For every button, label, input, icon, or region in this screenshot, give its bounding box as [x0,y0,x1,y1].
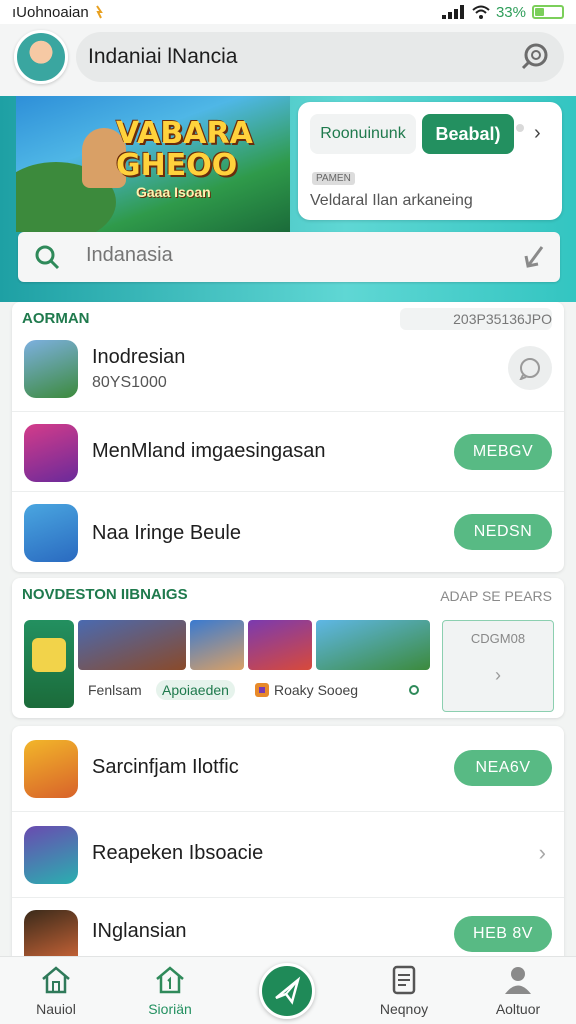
featured-panel: NOVDESTON IIBNAIGS ADAP SE PEARS Fenlsam… [12,578,564,718]
list-item[interactable]: Naa Iringe Beule NEDSN [12,492,564,572]
game-thumbnail[interactable] [316,620,430,670]
app-name: Inodresian [92,346,186,368]
carrier-text: ıUohnoaian [12,3,89,21]
see-all-link[interactable]: ADAP SE PEARS [440,588,552,604]
nav-label: Sioriän [148,1001,192,1017]
promo-indicator-dot [516,124,524,132]
app-name: Reapeken Ibsoacie [92,842,264,864]
game-thumbnail[interactable] [190,620,244,670]
nav-label: Nauiol [36,1001,76,1017]
install-button[interactable]: NEA6V [454,750,552,786]
search-icon [35,245,60,270]
avatar[interactable] [14,30,68,84]
list-item[interactable]: Reapeken Ibsoacie › [12,812,564,898]
store-icon [156,966,184,994]
header-search-bar[interactable]: Indaniai lNancia [76,32,564,82]
more-code: CDGM08 [470,631,526,646]
nav-item-home[interactable]: Nauiol [6,957,106,1024]
app-icon [24,340,78,398]
battery-percent: 33% [495,3,526,21]
user-icon [505,967,531,994]
game-badge-icon [255,683,269,697]
nav-center-button[interactable] [259,963,315,1019]
chevron-right-icon[interactable]: › [539,840,546,866]
hero-subtitle: Gaaa Isoan [136,184,211,200]
bottom-nav: Nauiol Sioriän Neqnoy Aoltuor [0,956,576,1024]
nav-item-store[interactable]: Sioriän [120,957,220,1024]
app-icon [24,740,78,798]
arrow-icon[interactable] [522,244,546,270]
install-button[interactable]: NEDSN [454,514,552,550]
hero-game-artwork[interactable]: VABARA GHEOO Gaaa Isoan [16,96,290,232]
search-icon[interactable] [520,42,550,72]
chevron-right-icon: › [495,665,501,685]
chevron-right-icon[interactable]: › [534,122,541,145]
promo-description: Veldaral Ilan arkaneing [310,192,473,209]
nav-label: Aoltuor [495,1001,541,1017]
game-artwork [32,638,66,672]
app-subtitle: 80YS1000 [92,374,167,391]
app-header: Indaniai lNancia [0,24,576,96]
app-name: INglansian [92,920,187,942]
battery-icon [532,5,564,19]
wifi-icon [472,5,490,19]
app-name: Naa Iringe Beule [92,522,241,544]
apps-list-panel: Sarcinfjam Ilotfic NEA6V Reapeken Ibsoac… [12,726,564,968]
top-apps-panel: AORMAN 203P35136JPO Inodresian 80YS1000 … [12,302,564,572]
hero-title-line2: GHEOO [116,148,238,183]
hero-banner: VABARA GHEOO Gaaa Isoan Roonuinunk Beaba… [0,96,576,302]
featured-game-tile[interactable] [24,620,74,708]
thumbnail-label-selected[interactable]: Apoiaeden [156,680,235,700]
thumbnail-label[interactable]: Fenlsam [88,682,142,698]
header-search-text: Indaniai lNancia [88,45,238,68]
more-games-card[interactable]: CDGM08 › [442,620,554,712]
chat-button[interactable] [508,346,552,390]
app-icon [24,424,78,482]
thumbnail-label[interactable]: Roaky Sooeg [274,682,358,698]
wifi-hint-icon [95,5,103,19]
document-icon [392,965,416,995]
install-button[interactable]: HEB 8V [454,916,552,952]
game-thumbnail[interactable] [78,620,186,670]
status-bar: ıUohnoaian 33% [0,0,576,24]
gear-icon [409,685,419,695]
home-icon [42,966,70,994]
app-name: Sarcinfjam Ilotfic [92,756,239,778]
install-button[interactable]: MEBGV [454,434,552,470]
section-title: AORMAN [22,310,90,327]
chat-bubble-icon [519,358,540,380]
promo-action-button[interactable]: Beabal) [422,114,514,154]
signal-icon [441,5,464,19]
app-icon [24,826,78,884]
list-item[interactable]: Inodresian 80YS1000 [12,332,564,412]
hero-title-line1: VABARA [116,116,253,151]
promo-tag: PAMEN [312,172,355,185]
section-title: NOVDESTON IIBNAIGS [22,586,188,603]
game-thumbnail[interactable] [248,620,312,670]
search-input[interactable] [86,244,506,267]
list-item[interactable]: Sarcinfjam Ilotfic NEA6V [12,726,564,812]
list-item[interactable]: MenMland imgaesingasan MEBGV [12,412,564,492]
hero-title: VABARA GHEOO [116,118,253,182]
section-code: 203P35136JPO [400,308,552,330]
app-name: MenMland imgaesingasan [92,440,326,462]
promo-tab[interactable]: Roonuinunk [310,114,416,154]
nav-label: Neqnoy [379,1001,429,1017]
nav-item-news[interactable]: Neqnoy [354,957,454,1024]
promo-card: Roonuinunk Beabal) › PAMEN Veldaral Ilan… [298,102,562,220]
search-bar [18,232,560,282]
send-icon [275,976,301,1005]
nav-item-profile[interactable]: Aoltuor [468,957,568,1024]
app-icon [24,504,78,562]
